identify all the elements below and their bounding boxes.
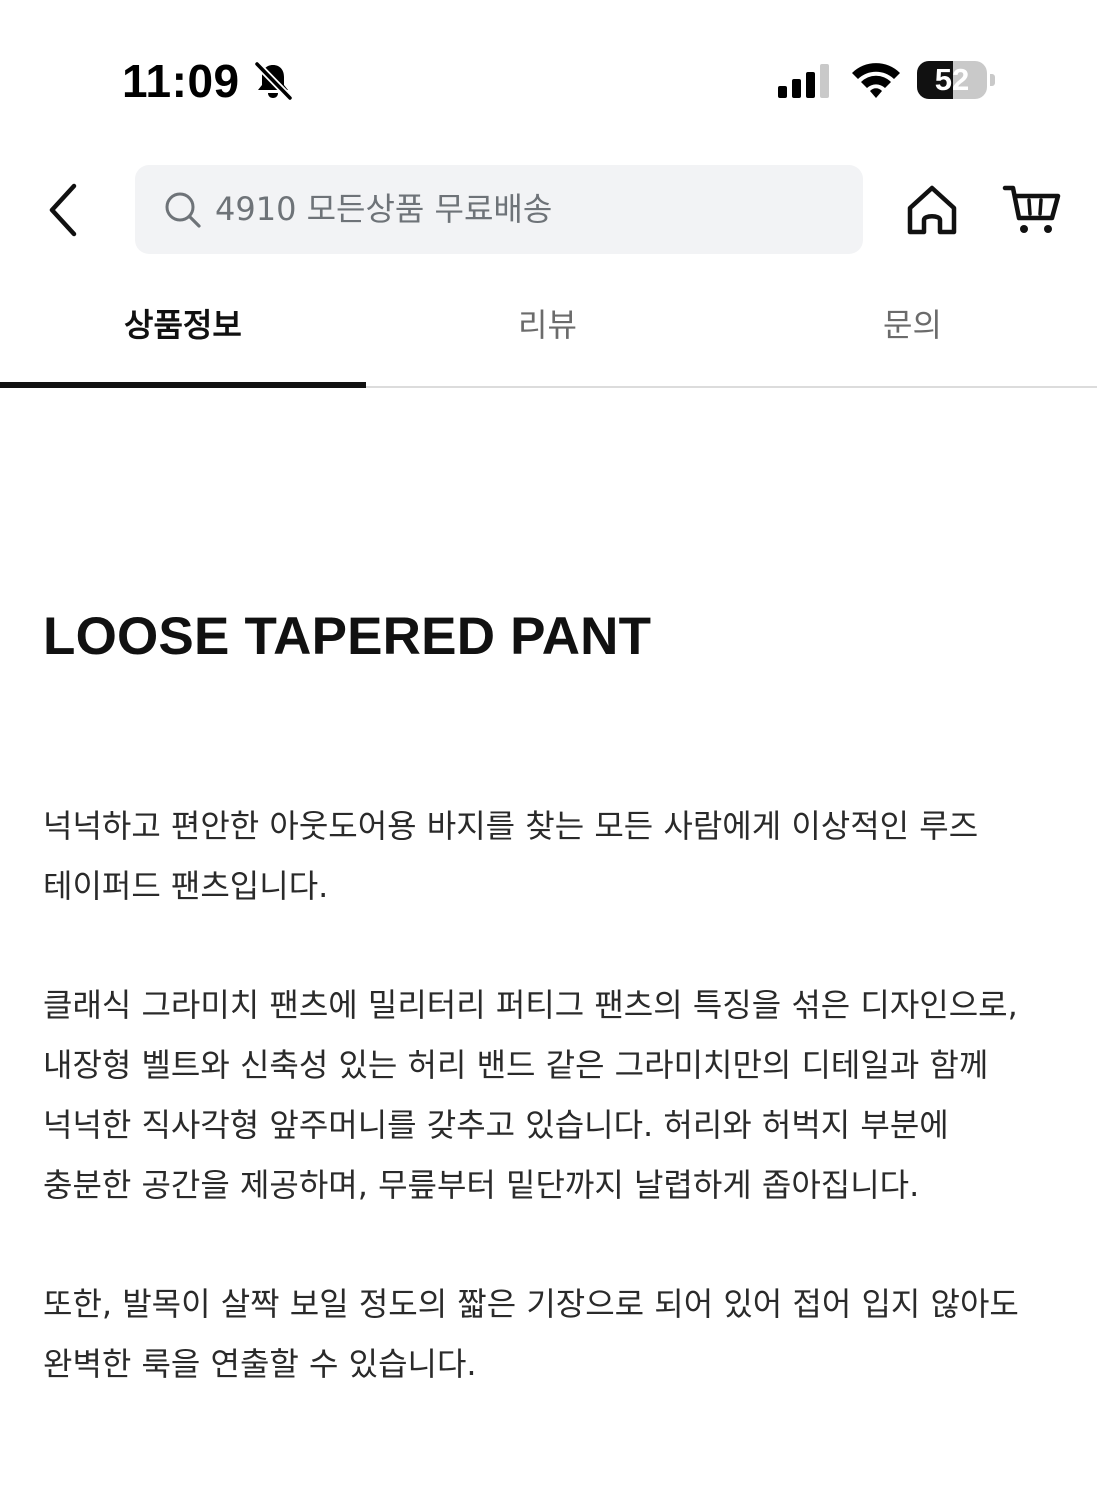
status-time: 11:09: [122, 55, 240, 107]
status-bar: 11:09 52: [0, 0, 1097, 150]
tab-reviews[interactable]: 리뷰: [366, 280, 732, 386]
back-button[interactable]: [38, 180, 94, 240]
battery-icon: 52: [917, 61, 995, 99]
description-line: 완벽한 룩을 연출할 수 있습니다.: [43, 1345, 477, 1383]
active-tab-indicator: [0, 382, 366, 388]
description-line: 충분한 공간을 제공하며, 무릎부터 밑단까지 날렵하게 좁아집니다.: [43, 1166, 920, 1204]
cart-icon[interactable]: [1002, 182, 1062, 238]
search-input[interactable]: 4910 모든상품 무료배송: [135, 165, 863, 254]
bell-slash-icon: [253, 60, 294, 102]
description-line: 내장형 벨트와 신축성 있는 허리 밴드 같은 그라미치만의 디테일과 함께: [43, 1046, 989, 1084]
description-line: 넉넉하고 편안한 아웃도어용 바지를 찾는 모든 사람에게 이상적인 루즈: [43, 807, 979, 845]
cellular-signal-icon: [778, 64, 829, 98]
description-paragraph-3: 또한, 발목이 살짝 보일 정도의 짧은 기장으로 되어 있어 접어 입지 않아…: [43, 1274, 1019, 1394]
description-line: 또한, 발목이 살짝 보일 정도의 짧은 기장으로 되어 있어 접어 입지 않아…: [43, 1285, 1019, 1323]
description-line: 넉넉한 직사각형 앞주머니를 갖추고 있습니다. 허리와 허벅지 부분에: [43, 1106, 949, 1144]
tab-product-info[interactable]: 상품정보: [0, 280, 366, 386]
home-icon[interactable]: [904, 182, 960, 238]
tab-inquiry[interactable]: 문의: [732, 280, 1097, 386]
description-paragraph-1: 넉넉하고 편안한 아웃도어용 바지를 찾는 모든 사람에게 이상적인 루즈 테이…: [43, 796, 978, 916]
description-line: 테이퍼드 팬츠입니다.: [43, 867, 329, 905]
description-paragraph-2: 클래식 그라미치 팬츠에 밀리터리 퍼티그 팬츠의 특징을 섞은 디자인으로, …: [43, 975, 1018, 1215]
tab-label: 리뷰: [518, 306, 577, 344]
description-line: 클래식 그라미치 팬츠에 밀리터리 퍼티그 팬츠의 특징을 섞은 디자인으로,: [43, 986, 1018, 1024]
search-icon: [165, 192, 201, 228]
search-placeholder: 4910 모든상품 무료배송: [215, 190, 553, 228]
tab-label: 문의: [883, 306, 942, 344]
product-title: LOOSE TAPERED PANT: [43, 607, 652, 666]
chevron-left-icon: [49, 183, 77, 237]
battery-level: 52: [934, 62, 970, 97]
tab-label: 상품정보: [124, 306, 242, 344]
tab-bar: 상품정보 리뷰 문의: [0, 280, 1097, 388]
wifi-icon: [852, 63, 900, 98]
